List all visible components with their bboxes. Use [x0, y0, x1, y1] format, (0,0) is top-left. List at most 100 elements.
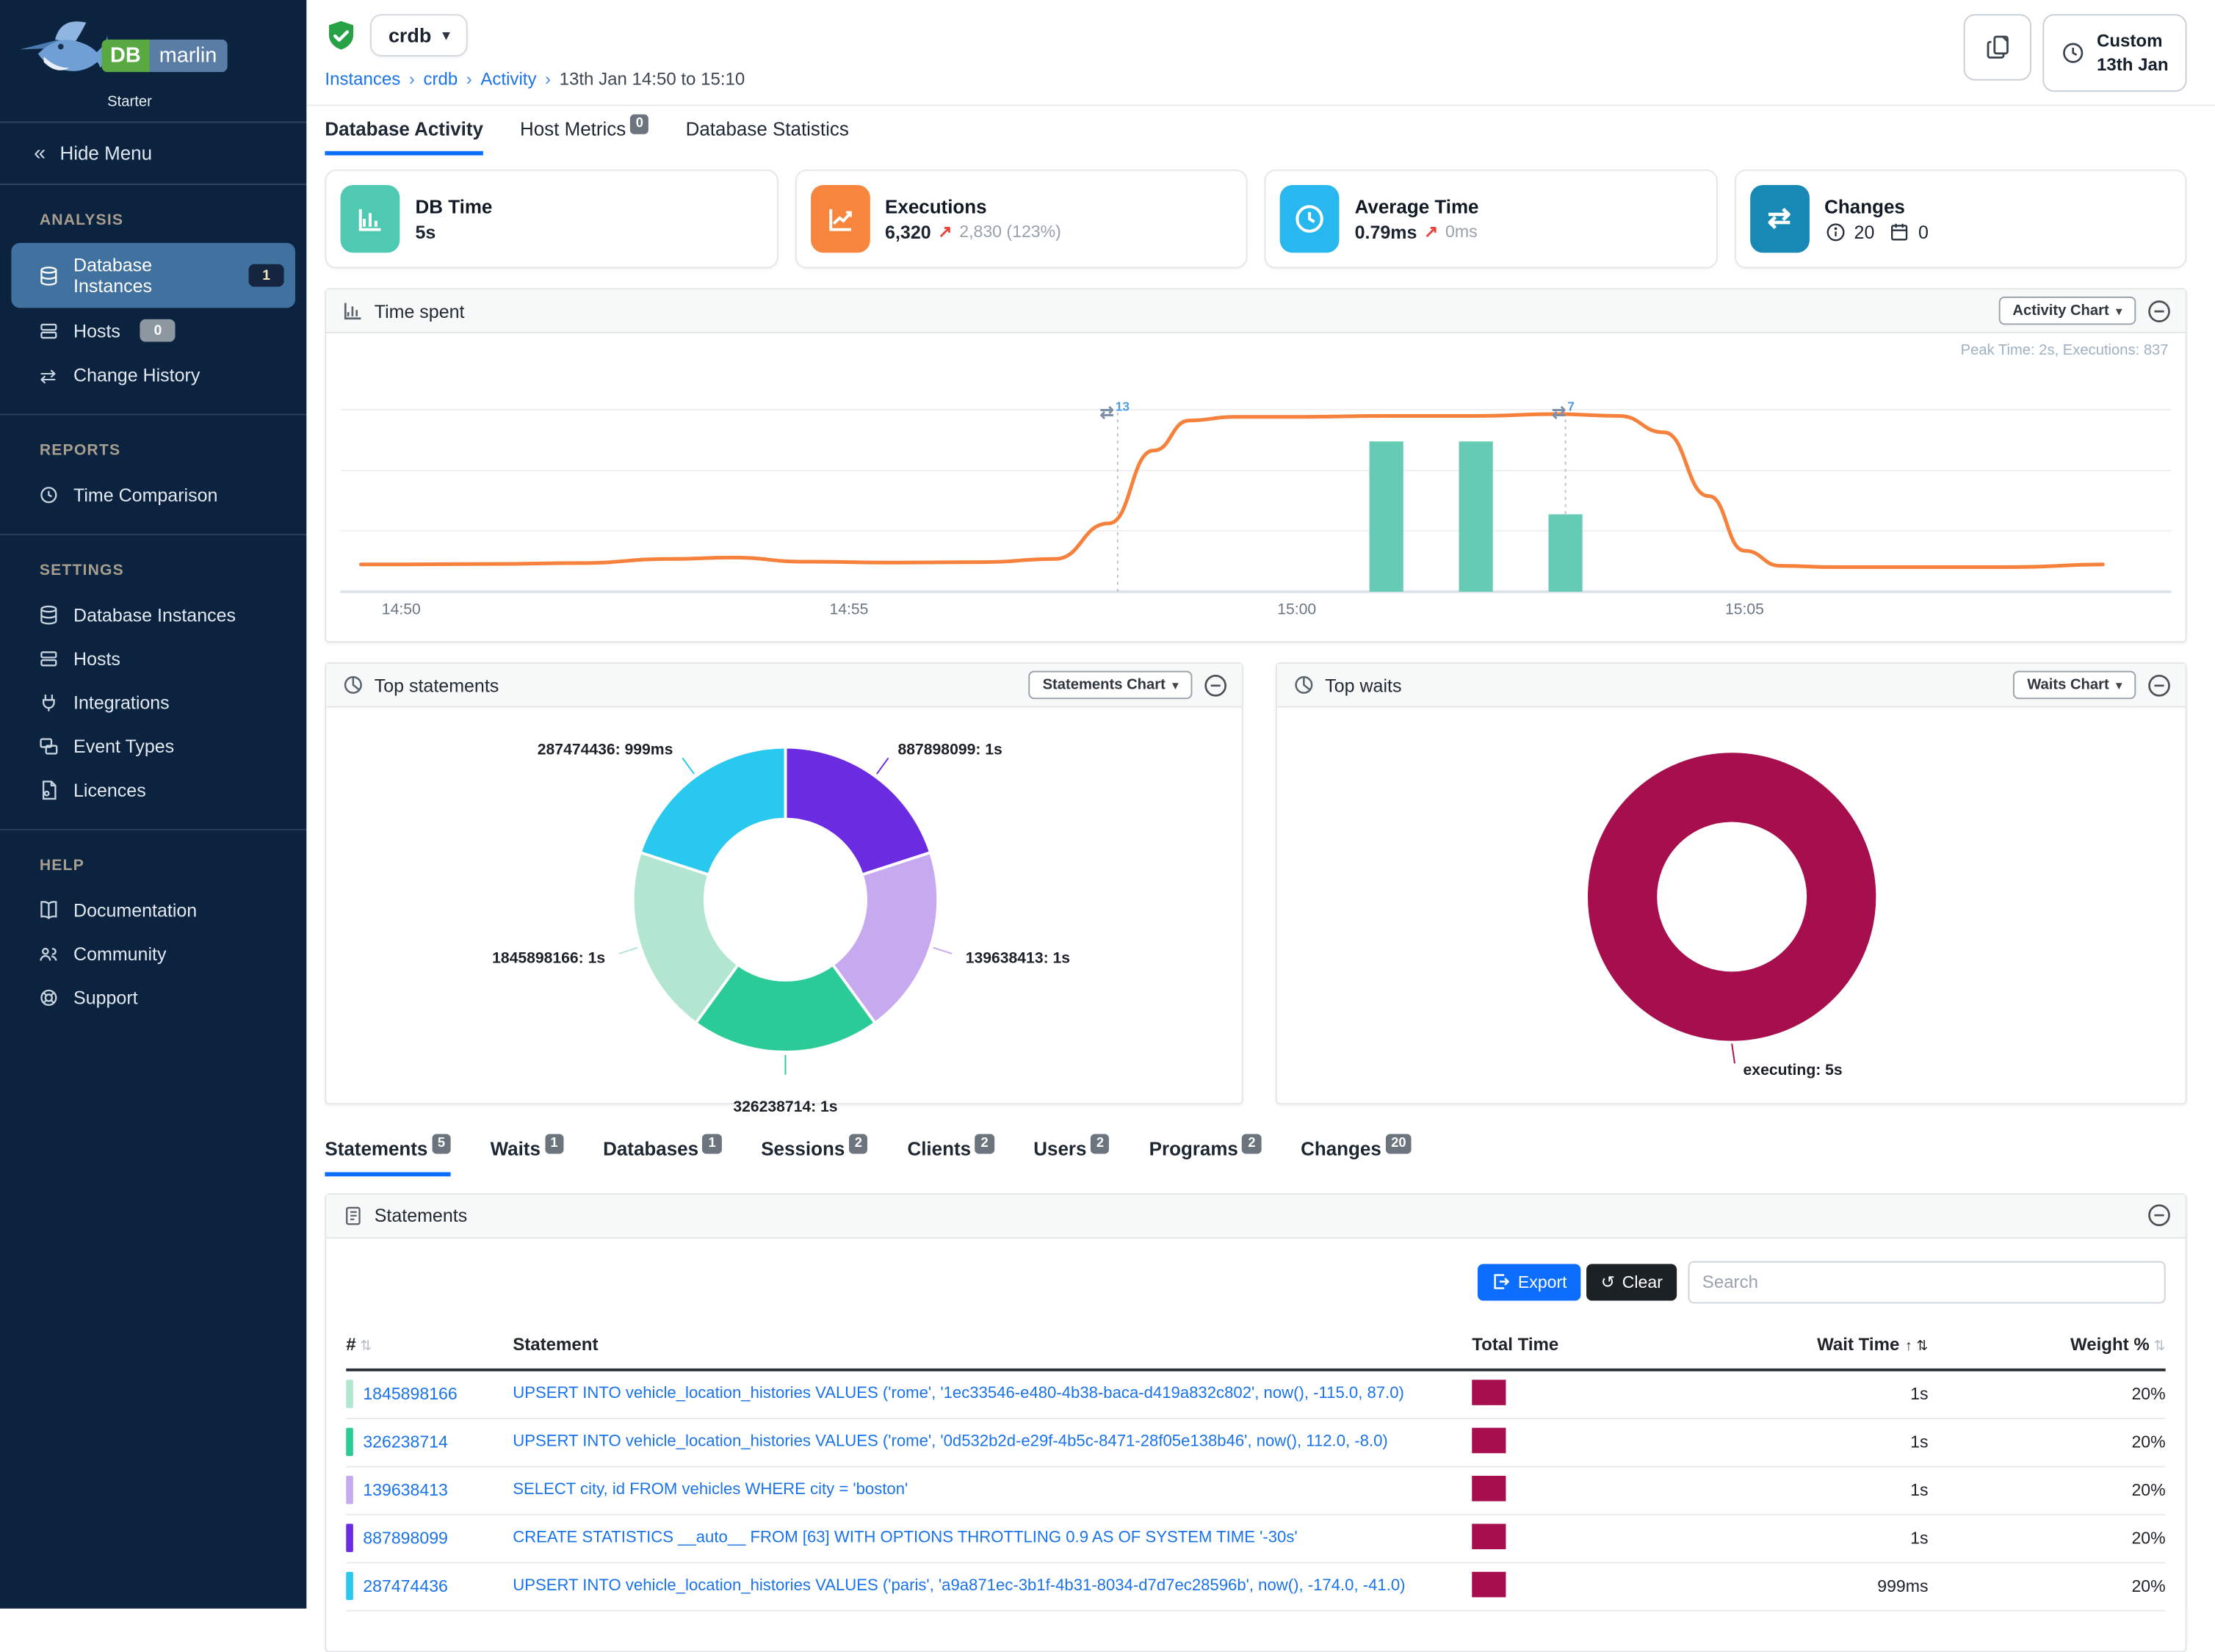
total-time-bar: [1472, 1427, 1506, 1453]
breadcrumb-current: 13th Jan 14:50 to 15:10: [560, 69, 745, 89]
table-row: 139638413 SELECT city, id FROM vehicles …: [346, 1467, 2165, 1515]
tab-host-metrics[interactable]: Host Metrics0: [520, 119, 649, 156]
sidebar-item-time-comparison[interactable]: Time Comparison: [0, 473, 306, 517]
statement-id-link[interactable]: 287474436: [363, 1576, 448, 1596]
tab-users[interactable]: Users2: [1033, 1138, 1110, 1175]
export-button[interactable]: Export: [1477, 1264, 1581, 1300]
copy-icon: [1984, 34, 2012, 61]
sidebar-item-label: Database Instances: [73, 254, 229, 297]
table-row: 326238714 UPSERT INTO vehicle_location_h…: [346, 1419, 2165, 1466]
sidebar-item-database-instances[interactable]: Database Instances 1: [11, 243, 295, 308]
sidebar-item-label: Change History: [73, 364, 200, 385]
top-waits-chart[interactable]: executing: 5s: [1277, 708, 2186, 1104]
collapse-panel-button[interactable]: [2147, 299, 2172, 323]
change-marker[interactable]: ⇄7: [1552, 404, 1575, 421]
weight-value: 20%: [1929, 1384, 2166, 1404]
total-time-bar: [1472, 1475, 1506, 1501]
tab-sessions[interactable]: Sessions2: [761, 1138, 867, 1175]
tab-programs[interactable]: Programs2: [1149, 1138, 1262, 1175]
statement-sql-link[interactable]: UPSERT INTO vehicle_location_histories V…: [513, 1433, 1388, 1450]
statement-sql-link[interactable]: UPSERT INTO vehicle_location_histories V…: [513, 1578, 1405, 1595]
tab-statements[interactable]: Statements5: [325, 1138, 450, 1175]
svg-text:executing: 5s: executing: 5s: [1744, 1062, 1843, 1079]
sidebar-item-support[interactable]: Support: [0, 976, 306, 1020]
statement-sql-link[interactable]: SELECT city, id FROM vehicles WHERE city…: [513, 1482, 908, 1499]
table-row: 1845898166 UPSERT INTO vehicle_location_…: [346, 1371, 2165, 1419]
tab-label: Clients: [907, 1138, 971, 1159]
statement-id-link[interactable]: 139638413: [363, 1480, 448, 1500]
card-title: Changes: [1824, 195, 1929, 217]
statement-id-link[interactable]: 887898099: [363, 1528, 448, 1548]
col-header-total-time[interactable]: Total Time: [1472, 1334, 1716, 1354]
collapse-panel-button[interactable]: [2147, 1203, 2172, 1228]
sidebar-item-licences[interactable]: Licences: [0, 768, 306, 812]
statement-sql-link[interactable]: UPSERT INTO vehicle_location_histories V…: [513, 1385, 1404, 1402]
sidebar-item-hosts-settings[interactable]: Hosts: [0, 637, 306, 681]
tab-badge: 2: [849, 1134, 868, 1153]
tab-clients[interactable]: Clients2: [907, 1138, 994, 1175]
tab-label: Programs: [1149, 1138, 1238, 1159]
time-spent-panel: Time spent Activity Chart ▾ 14:5014:5515…: [325, 288, 2186, 642]
sidebar-item-event-types[interactable]: Event Types: [0, 725, 306, 769]
sidebar-item-change-history[interactable]: ⇄ Change History: [0, 353, 306, 397]
total-time-bar: [1472, 1523, 1506, 1548]
col-header-weight[interactable]: Weight %⇅: [1929, 1334, 2166, 1354]
pie-chart-icon: [343, 675, 363, 695]
statement-color-chip: [346, 1428, 353, 1456]
instance-selector[interactable]: crdb ▾: [370, 14, 468, 57]
breadcrumb-link-activity[interactable]: Activity: [480, 69, 536, 89]
search-input[interactable]: [1688, 1261, 2166, 1303]
card-db-time: DB Time 5s: [325, 170, 777, 269]
export-icon: [1491, 1272, 1509, 1291]
sidebar-item-integrations[interactable]: Integrations: [0, 681, 306, 725]
tab-database-activity[interactable]: Database Activity: [325, 119, 483, 156]
activity-chart-select[interactable]: Activity Chart ▾: [1998, 297, 2136, 325]
tab-waits[interactable]: Waits1: [491, 1138, 564, 1175]
time-range-button[interactable]: Custom 13th Jan: [2043, 14, 2187, 92]
statement-sql-link[interactable]: CREATE STATISTICS __auto__ FROM [63] WIT…: [513, 1529, 1297, 1546]
clear-button[interactable]: ↺ Clear: [1587, 1264, 1677, 1300]
collapse-panel-button[interactable]: [2147, 673, 2172, 698]
tab-databases[interactable]: Databases1: [603, 1138, 721, 1175]
chevron-down-icon: ▾: [2116, 678, 2122, 691]
col-header-wait-time[interactable]: Wait Time↑⇅: [1716, 1334, 1929, 1354]
tab-badge: 20: [1386, 1134, 1412, 1153]
tab-changes[interactable]: Changes20: [1301, 1138, 1412, 1175]
statement-color-chip: [346, 1476, 353, 1504]
col-header-num[interactable]: #⇅: [346, 1334, 513, 1354]
top-statements-chart[interactable]: 887898099: 1s139638413: 1s326238714: 1s1…: [326, 708, 1241, 1104]
logo-db-badge: DB: [101, 39, 149, 71]
top-statements-panel: Top statements Statements Chart ▾: [325, 662, 1243, 1104]
waits-chart-select[interactable]: Waits Chart ▾: [2013, 671, 2136, 699]
tab-label: Changes: [1301, 1138, 1381, 1159]
sidebar-item-database-instances-settings[interactable]: Database Instances: [0, 593, 306, 637]
tab-label: Users: [1033, 1138, 1086, 1159]
statement-color-chip: [346, 1524, 353, 1551]
tab-database-statistics[interactable]: Database Statistics: [686, 119, 849, 156]
swap-arrows-icon: ⇄: [37, 365, 59, 385]
change-marker[interactable]: ⇄13: [1099, 404, 1130, 421]
event-count: 0: [1918, 221, 1929, 242]
statements-chart-select[interactable]: Statements Chart ▾: [1028, 671, 1192, 699]
main-content: crdb ▾ Instances › crdb › Activity › 13t…: [306, 0, 2215, 1609]
hide-menu-button[interactable]: « Hide Menu: [0, 121, 306, 185]
sidebar-item-community[interactable]: Community: [0, 932, 306, 976]
tab-badge: 2: [975, 1134, 994, 1153]
svg-text:887898099: 1s: 887898099: 1s: [898, 742, 1002, 758]
breadcrumb-link-instances[interactable]: Instances: [325, 69, 400, 89]
tab-label: Statements: [325, 1138, 427, 1159]
col-header-statement[interactable]: Statement: [513, 1334, 1472, 1354]
sidebar-item-label: Community: [73, 943, 166, 965]
statement-id-link[interactable]: 326238714: [363, 1432, 448, 1452]
sidebar-item-documentation[interactable]: Documentation: [0, 888, 306, 932]
breadcrumb-link-crdb[interactable]: crdb: [423, 69, 458, 89]
tab-badge: 1: [545, 1134, 564, 1153]
sidebar-item-hosts[interactable]: Hosts 0: [0, 308, 306, 353]
weight-value: 20%: [1929, 1480, 2166, 1500]
statement-id-link[interactable]: 1845898166: [363, 1384, 457, 1404]
weight-value: 20%: [1929, 1576, 2166, 1596]
time-spent-chart[interactable]: 14:5014:5515:0015:05 Peak Time: 2s, Exec…: [326, 333, 2185, 641]
collapse-panel-button[interactable]: [1204, 673, 1228, 698]
copy-button[interactable]: [1964, 14, 2031, 80]
chart-select-label: Activity Chart: [2012, 302, 2109, 319]
